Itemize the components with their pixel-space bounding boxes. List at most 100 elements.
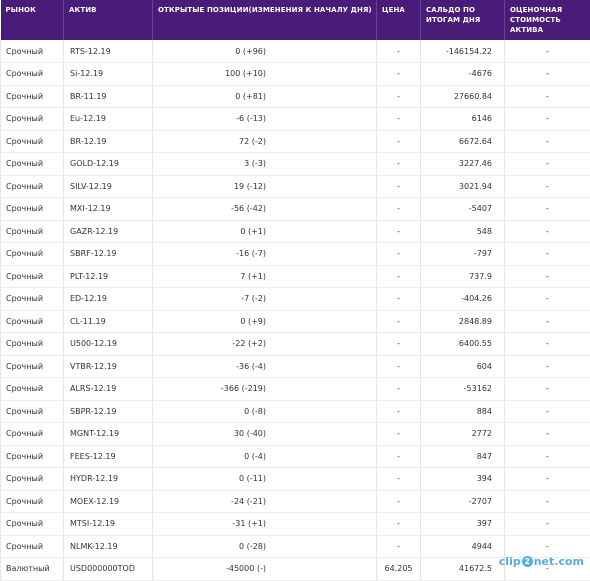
cell-positions: -31 (+1)	[153, 513, 377, 536]
cell-asset: MTSI-12.19	[64, 513, 153, 536]
cell-asset: GAZR-12.19	[64, 220, 153, 243]
table-row: СрочныйBR-11.190 (+81)-27660.84-	[1, 85, 590, 108]
cell-market: Срочный	[1, 220, 64, 243]
cell-price: -	[377, 535, 421, 558]
cell-balance: 3227.46	[421, 153, 505, 176]
cell-positions: 0 (-8)	[153, 400, 377, 423]
cell-valuation: -	[505, 445, 590, 468]
table-row: СрочныйVTBR-12.19-36 (-4)-604-	[1, 355, 590, 378]
cell-asset: CL-11.19	[64, 310, 153, 333]
cell-market: Срочный	[1, 243, 64, 266]
table-row: СрочныйRTS-12.190 (+96)--146154.22-	[1, 40, 590, 63]
cell-positions: 3 (-3)	[153, 153, 377, 176]
cell-balance: -146154.22	[421, 40, 505, 63]
cell-valuation: -	[505, 85, 590, 108]
cell-balance: 737.9	[421, 265, 505, 288]
table-row: СрочныйCL-11.190 (+9)-2848.89-	[1, 310, 590, 333]
cell-balance: 394	[421, 468, 505, 491]
cell-valuation: -	[505, 355, 590, 378]
cell-balance: 884	[421, 400, 505, 423]
cell-asset: SBRF-12.19	[64, 243, 153, 266]
cell-valuation: -	[505, 378, 590, 401]
cell-market: Валютный	[1, 558, 64, 581]
cell-asset: Si-12.19	[64, 63, 153, 86]
positions-table: РЫНОК АКТИВ ОТКРЫТЫЕ ПОЗИЦИИ(ИЗМЕНЕНИЯ К…	[0, 0, 590, 581]
table-row: СрочныйGOLD-12.193 (-3)-3227.46-	[1, 153, 590, 176]
header-valuation[interactable]: ОЦЕНОЧНАЯ СТОИМОСТЬ АКТИВА	[505, 0, 590, 40]
cell-positions: -366 (-219)	[153, 378, 377, 401]
cell-balance: 6146	[421, 108, 505, 131]
cell-balance: 4944	[421, 535, 505, 558]
cell-market: Срочный	[1, 63, 64, 86]
cell-positions: 0 (+96)	[153, 40, 377, 63]
cell-balance: 41672.5	[421, 558, 505, 581]
header-market[interactable]: РЫНОК	[1, 0, 64, 40]
header-balance[interactable]: САЛЬДО ПО ИТОГАМ ДНЯ	[421, 0, 505, 40]
cell-positions: -6 (-13)	[153, 108, 377, 131]
cell-price: -	[377, 198, 421, 221]
cell-asset: BR-11.19	[64, 85, 153, 108]
header-asset[interactable]: АКТИВ	[64, 0, 153, 40]
cell-balance: -5407	[421, 198, 505, 221]
cell-price: -	[377, 243, 421, 266]
cell-positions: 0 (-11)	[153, 468, 377, 491]
cell-asset: PLT-12.19	[64, 265, 153, 288]
cell-valuation: -	[505, 40, 590, 63]
table-row: СрочныйMXI-12.19-56 (-42)--5407-	[1, 198, 590, 221]
cell-market: Срочный	[1, 400, 64, 423]
cell-asset: FEES-12.19	[64, 445, 153, 468]
cell-balance: 27660.84	[421, 85, 505, 108]
table-row: СрочныйU500-12.19-22 (+2)-6400.55-	[1, 333, 590, 356]
cell-asset: MOEX-12.19	[64, 490, 153, 513]
table-row: СрочныйSBRF-12.19-16 (-7)--797-	[1, 243, 590, 266]
cell-asset: BR-12.19	[64, 130, 153, 153]
cell-positions: 100 (+10)	[153, 63, 377, 86]
cell-balance: -4676	[421, 63, 505, 86]
cell-balance: 2848.89	[421, 310, 505, 333]
cell-price: -	[377, 378, 421, 401]
cell-market: Срочный	[1, 310, 64, 333]
table-body: СрочныйRTS-12.190 (+96)--146154.22-Срочн…	[1, 40, 590, 580]
cell-price: -	[377, 153, 421, 176]
cell-price: 64.205	[377, 558, 421, 581]
cell-price: -	[377, 310, 421, 333]
table-header: РЫНОК АКТИВ ОТКРЫТЫЕ ПОЗИЦИИ(ИЗМЕНЕНИЯ К…	[1, 0, 590, 40]
watermark-text-start: clip	[499, 555, 521, 568]
cell-valuation: -	[505, 288, 590, 311]
table-row: СрочныйFEES-12.190 (-4)-847-	[1, 445, 590, 468]
cell-market: Срочный	[1, 40, 64, 63]
cell-price: -	[377, 288, 421, 311]
cell-positions: -16 (-7)	[153, 243, 377, 266]
cell-balance: -404.26	[421, 288, 505, 311]
cell-price: -	[377, 85, 421, 108]
cell-valuation: -	[505, 198, 590, 221]
cell-market: Срочный	[1, 468, 64, 491]
cell-price: -	[377, 108, 421, 131]
cell-valuation: -	[505, 153, 590, 176]
cell-price: -	[377, 175, 421, 198]
table-row: СрочныйSILV-12.1919 (-12)-3021.94-	[1, 175, 590, 198]
cell-asset: NLMK-12.19	[64, 535, 153, 558]
cell-asset: GOLD-12.19	[64, 153, 153, 176]
cell-valuation: -	[505, 513, 590, 536]
table-row: СрочныйED-12.19-7 (-2)--404.26-	[1, 288, 590, 311]
cell-price: -	[377, 513, 421, 536]
table-row: СрочныйEu-12.19-6 (-13)-6146-	[1, 108, 590, 131]
cell-balance: 6400.55	[421, 333, 505, 356]
cell-market: Срочный	[1, 333, 64, 356]
cell-asset: ALRS-12.19	[64, 378, 153, 401]
cell-asset: MXI-12.19	[64, 198, 153, 221]
cell-price: -	[377, 355, 421, 378]
header-row: РЫНОК АКТИВ ОТКРЫТЫЕ ПОЗИЦИИ(ИЗМЕНЕНИЯ К…	[1, 0, 590, 40]
cell-asset: Eu-12.19	[64, 108, 153, 131]
header-positions[interactable]: ОТКРЫТЫЕ ПОЗИЦИИ(ИЗМЕНЕНИЯ К НАЧАЛУ ДНЯ)	[153, 0, 377, 40]
table-row: СрочныйPLT-12.197 (+1)-737.9-	[1, 265, 590, 288]
cell-market: Срочный	[1, 445, 64, 468]
cell-asset: U500-12.19	[64, 333, 153, 356]
header-price[interactable]: ЦЕНА	[377, 0, 421, 40]
cell-asset: USD000000TOD	[64, 558, 153, 581]
cell-positions: 0 (-4)	[153, 445, 377, 468]
cell-price: -	[377, 423, 421, 446]
cell-asset: SBPR-12.19	[64, 400, 153, 423]
cell-positions: 7 (+1)	[153, 265, 377, 288]
